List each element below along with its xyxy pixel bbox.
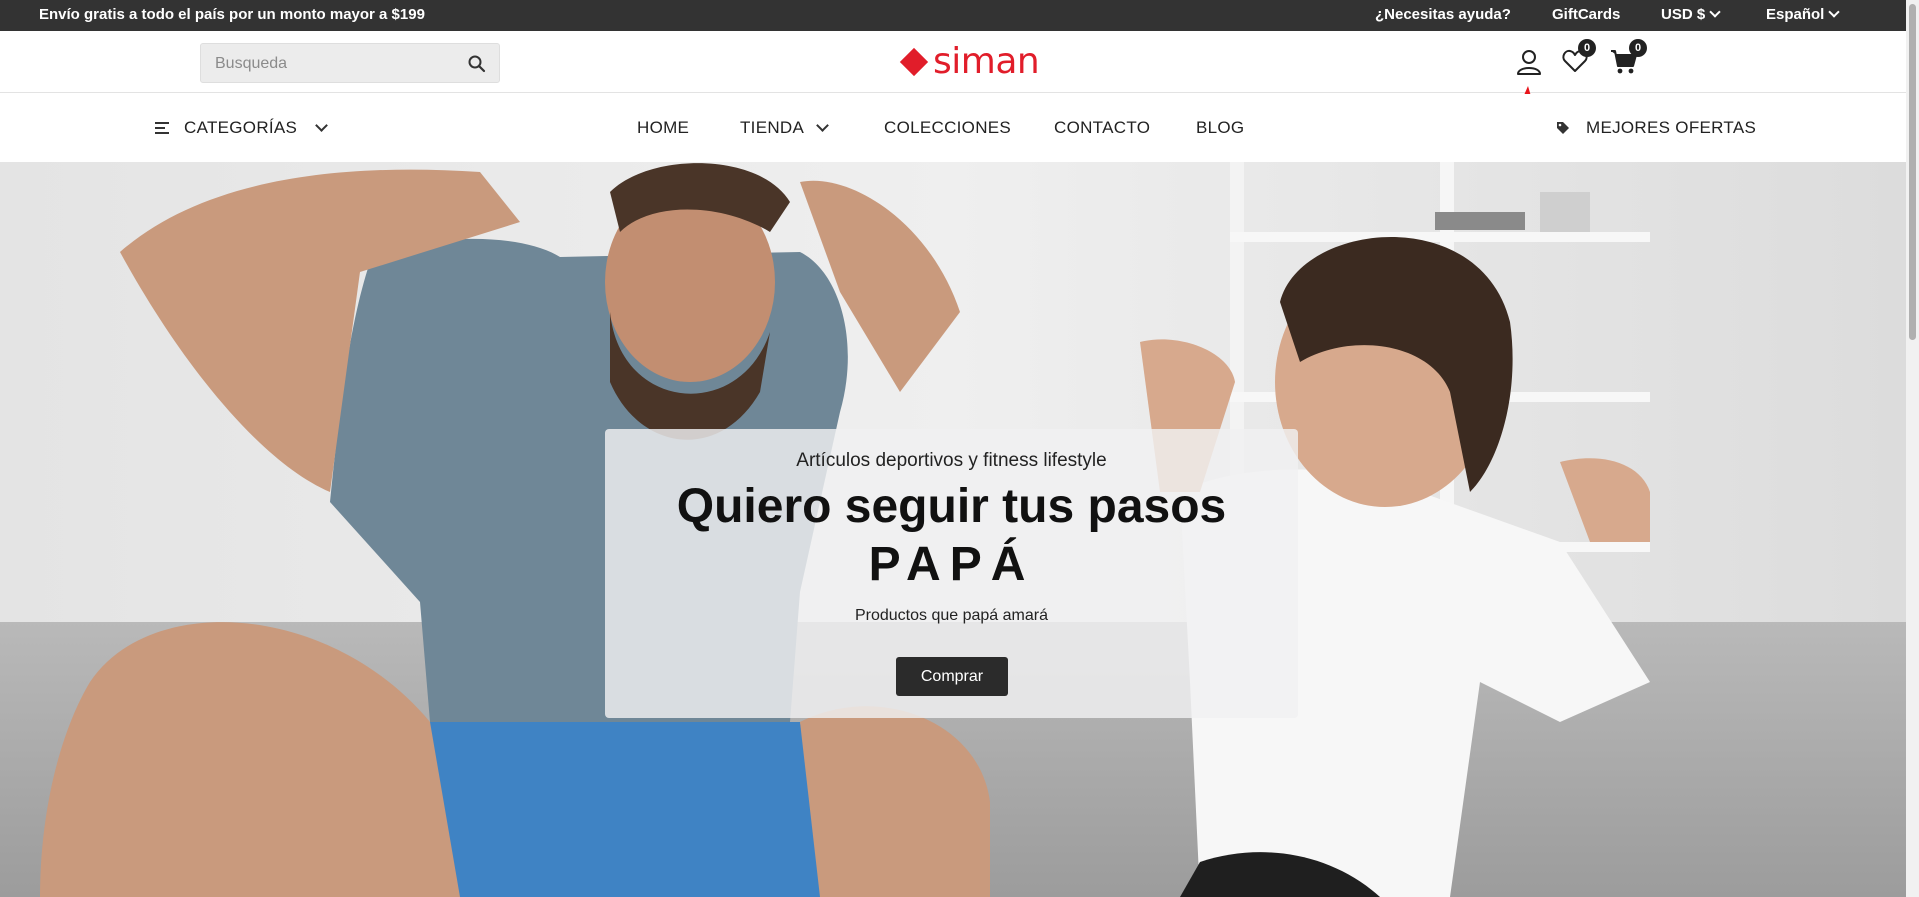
wishlist-button[interactable]: 0 bbox=[1562, 39, 1596, 77]
logo-wordmark: siman bbox=[933, 41, 1040, 82]
hero-kicker: Artículos deportivos y fitness lifestyle bbox=[796, 450, 1107, 471]
menu-lines-icon bbox=[155, 121, 169, 134]
language-selector[interactable]: Español bbox=[1766, 6, 1841, 23]
best-deals-link[interactable]: MEJORES OFERTAS bbox=[1556, 118, 1756, 138]
free-shipping-promo: Envío gratis a todo el país por un monto… bbox=[39, 6, 425, 23]
giftcards-link[interactable]: GiftCards bbox=[1552, 6, 1620, 23]
top-announcement-bar: Envío gratis a todo el país por un monto… bbox=[0, 0, 1906, 31]
language-label: Español bbox=[1766, 6, 1825, 23]
cart-count-badge: 0 bbox=[1629, 39, 1647, 57]
hero-promo-card: Artículos deportivos y fitness lifestyle… bbox=[605, 429, 1298, 718]
best-deals-label: MEJORES OFERTAS bbox=[1586, 118, 1757, 137]
nav-contacto-label: CONTACTO bbox=[1054, 118, 1151, 137]
cart-button[interactable]: 0 bbox=[1610, 39, 1647, 77]
siman-logo[interactable]: siman bbox=[899, 40, 1040, 84]
chevron-down-icon bbox=[1828, 6, 1841, 18]
nav-colecciones-label: COLECCIONES bbox=[884, 118, 1012, 137]
chevron-down-icon bbox=[816, 118, 830, 132]
nav-tienda[interactable]: TIENDA bbox=[740, 118, 830, 138]
wishlist-count-badge: 0 bbox=[1578, 39, 1596, 57]
search-input[interactable] bbox=[215, 53, 455, 75]
hero-subtitle: Productos que papá amará bbox=[854, 607, 1048, 624]
search-box bbox=[200, 43, 500, 83]
nav-contacto[interactable]: CONTACTO bbox=[1054, 118, 1150, 138]
categories-menu[interactable]: CATEGORÍAS bbox=[155, 118, 329, 138]
chevron-down-icon bbox=[1709, 6, 1721, 18]
nav-tienda-label: TIENDA bbox=[740, 118, 805, 137]
categories-label: CATEGORÍAS bbox=[184, 118, 298, 137]
chevron-down-icon bbox=[315, 118, 329, 132]
page-scrollbar[interactable] bbox=[1906, 0, 1919, 897]
hero-headline: Quiero seguir tus pasos bbox=[676, 480, 1227, 533]
logo-diamond-icon bbox=[899, 47, 929, 77]
main-navigation: CATEGORÍAS HOME TIENDA COLECCIONES CONTA… bbox=[0, 94, 1906, 162]
nav-colecciones[interactable]: COLECCIONES bbox=[884, 118, 1011, 138]
site-header: siman 0 0 bbox=[0, 31, 1906, 174]
user-account-icon[interactable] bbox=[1516, 48, 1542, 76]
nav-home-label: HOME bbox=[637, 118, 690, 137]
nav-blog-label: BLOG bbox=[1196, 118, 1245, 137]
scrollbar-thumb[interactable] bbox=[1909, 4, 1916, 340]
search-icon[interactable] bbox=[467, 54, 487, 74]
help-link[interactable]: ¿Necesitas ayuda? bbox=[1375, 6, 1511, 23]
currency-selector[interactable]: USD $ bbox=[1661, 6, 1721, 23]
price-tag-icon bbox=[1557, 122, 1569, 134]
hero-headline-second-line: PAPÁ bbox=[868, 538, 1035, 591]
nav-blog[interactable]: BLOG bbox=[1196, 118, 1244, 138]
nav-home[interactable]: HOME bbox=[637, 118, 689, 138]
hero-banner: Artículos deportivos y fitness lifestyle… bbox=[0, 162, 1906, 897]
currency-label: USD $ bbox=[1661, 6, 1706, 23]
shop-now-button[interactable]: Comprar bbox=[896, 657, 1008, 696]
